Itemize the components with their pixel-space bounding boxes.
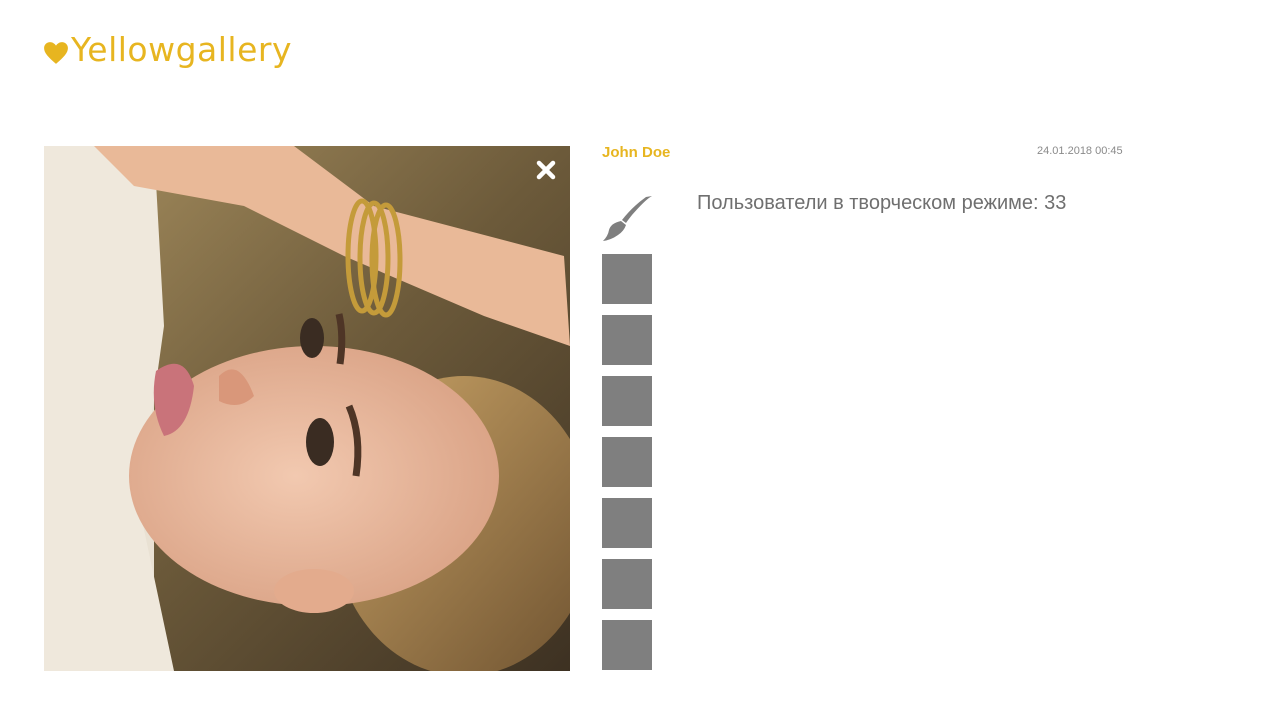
color-swatch[interactable] [602,498,652,548]
color-swatch[interactable] [602,620,652,670]
color-swatch[interactable] [602,254,652,304]
color-swatch[interactable] [602,376,652,426]
gallery-page: Yellowgallery John Doe 24.01.2018 00:45 … [0,0,1280,715]
heart-icon [44,41,68,64]
tool-column [602,193,654,670]
timestamp: 24.01.2018 00:45 [1037,145,1123,157]
close-button[interactable] [534,158,558,182]
color-swatch[interactable] [602,437,652,487]
photo-image [44,146,570,671]
paintbrush-icon[interactable] [602,193,654,243]
logo-text: Yellowgallery [71,30,292,69]
author-name[interactable]: John Doe [602,144,670,161]
color-swatch[interactable] [602,559,652,609]
status-text: Пользователи в творческом режиме: 33 [697,192,1067,214]
logo[interactable]: Yellowgallery [43,30,292,69]
close-icon [536,160,556,180]
color-swatch[interactable] [602,315,652,365]
